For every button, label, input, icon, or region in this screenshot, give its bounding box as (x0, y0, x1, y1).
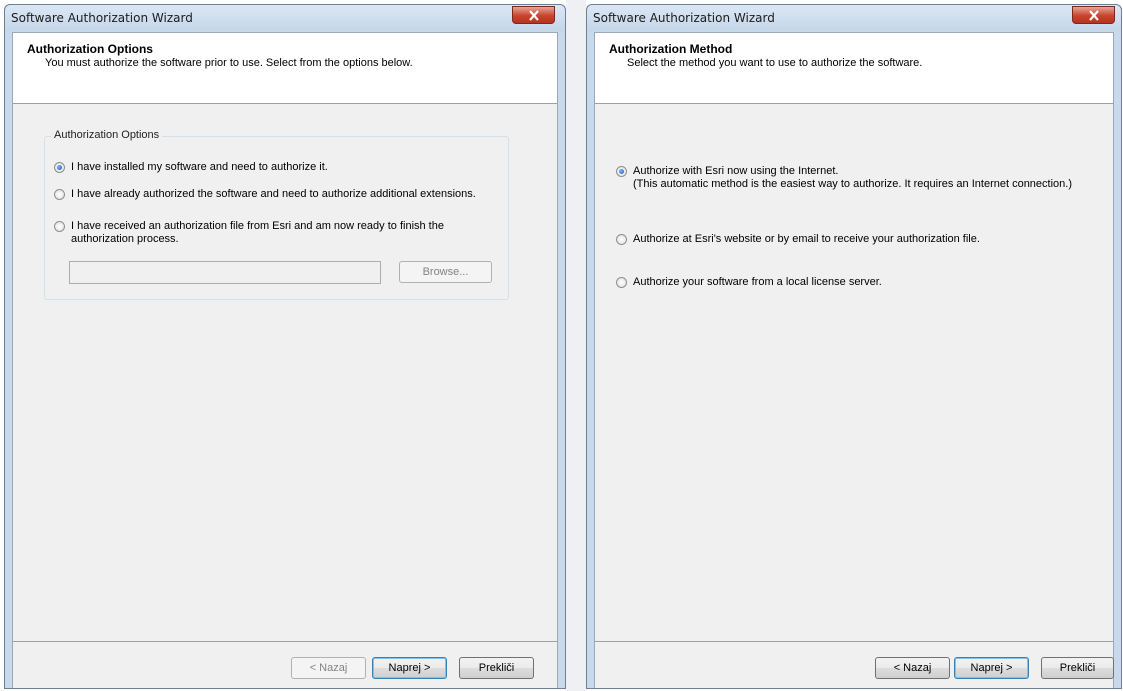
left-client-area: Authorization Options You must authorize… (12, 32, 558, 688)
left-window-title: Software Authorization Wizard (11, 11, 193, 25)
radio-button[interactable] (54, 221, 65, 232)
left-header-panel: Authorization Options You must authorize… (13, 33, 557, 104)
option-label: Authorize with Esri now using the Intern… (633, 165, 1072, 191)
close-icon (1089, 10, 1099, 21)
radio-button[interactable] (54, 189, 65, 200)
right-close-button[interactable] (1072, 6, 1115, 24)
right-wizard-window: Software Authorization Wizard Authorizat… (586, 4, 1122, 689)
right-window-title: Software Authorization Wizard (593, 11, 775, 25)
back-button[interactable]: < Nazaj (291, 657, 366, 679)
next-button[interactable]: Naprej > (372, 657, 447, 679)
right-client-area: Authorization Method Select the method y… (594, 32, 1114, 688)
option-label: I have already authorized the software a… (71, 188, 476, 200)
radio-button[interactable] (616, 277, 627, 288)
next-button[interactable]: Naprej > (954, 657, 1029, 679)
footer-divider (13, 641, 557, 642)
option-authorization-file[interactable]: I have received an authorization file fr… (54, 220, 474, 246)
file-path-input[interactable] (69, 261, 381, 284)
radio-button[interactable] (616, 234, 627, 245)
cancel-button[interactable]: Prekliči (1041, 657, 1114, 679)
option-label-main: Authorize with Esri now using the Intern… (633, 165, 839, 177)
right-header-panel: Authorization Method Select the method y… (595, 33, 1113, 104)
option-label: I have received an authorization file fr… (71, 220, 444, 245)
left-wizard-window: Software Authorization Wizard Authorizat… (4, 4, 566, 689)
option-label: Authorize at Esri's website or by email … (633, 233, 980, 245)
back-button[interactable]: < Nazaj (875, 657, 950, 679)
option-authorize-website-email[interactable]: Authorize at Esri's website or by email … (616, 233, 980, 246)
option-additional-extensions[interactable]: I have already authorized the software a… (54, 188, 476, 201)
left-header-subtitle: You must authorize the software prior to… (45, 57, 413, 69)
group-label: Authorization Options (51, 129, 163, 141)
option-label: Authorize your software from a local lic… (633, 276, 882, 288)
background-strip (566, 0, 586, 691)
option-label: I have installed my software and need to… (71, 161, 328, 173)
right-header-subtitle: Select the method you want to use to aut… (627, 57, 923, 69)
right-header-title: Authorization Method (609, 42, 733, 56)
option-authorize-internet[interactable]: Authorize with Esri now using the Intern… (616, 165, 1072, 191)
option-label-note: (This automatic method is the easiest wa… (633, 178, 1073, 190)
option-install-authorize[interactable]: I have installed my software and need to… (54, 161, 328, 174)
left-header-title: Authorization Options (27, 42, 153, 56)
cancel-button[interactable]: Prekliči (459, 657, 534, 679)
browse-button[interactable]: Browse... (399, 261, 492, 283)
close-icon (529, 10, 539, 21)
radio-button-checked[interactable] (616, 166, 627, 177)
footer-divider (595, 641, 1113, 642)
radio-button-checked[interactable] (54, 162, 65, 173)
left-close-button[interactable] (512, 6, 555, 24)
option-license-server[interactable]: Authorize your software from a local lic… (616, 276, 882, 289)
left-title-bar[interactable]: Software Authorization Wizard (5, 5, 565, 31)
right-title-bar[interactable]: Software Authorization Wizard (587, 5, 1121, 31)
